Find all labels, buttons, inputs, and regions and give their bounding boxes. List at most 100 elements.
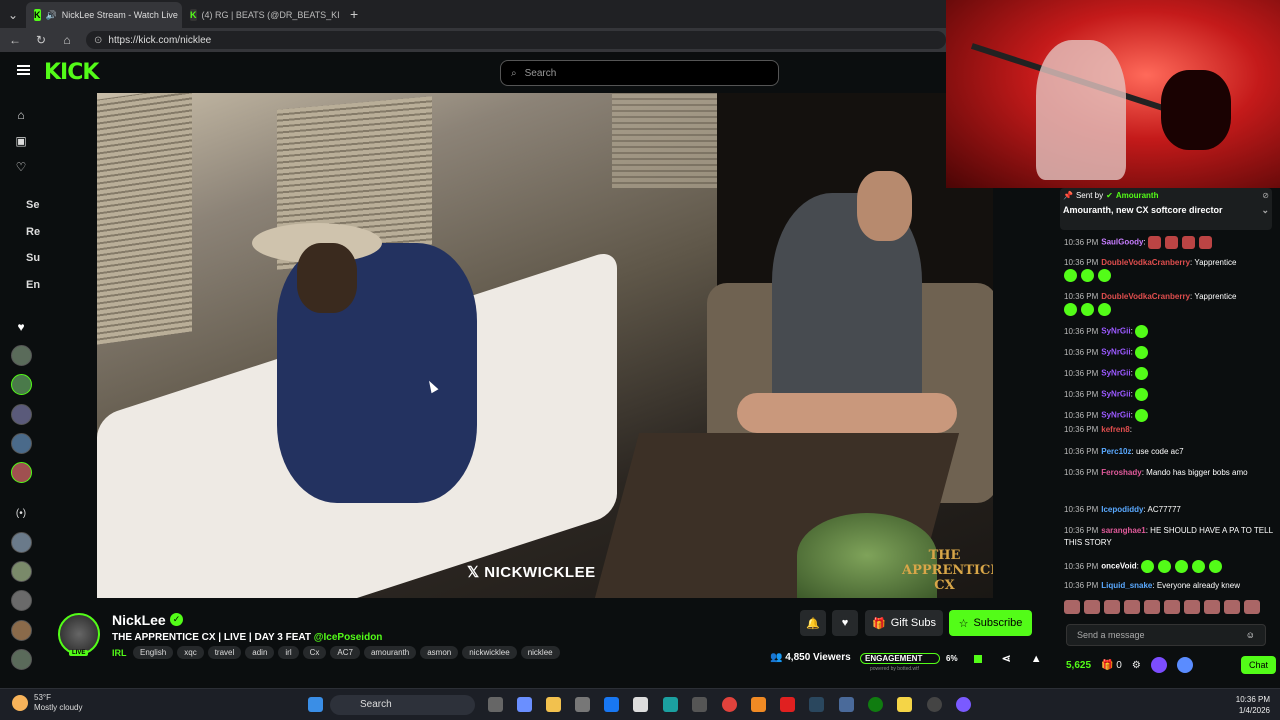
menu-icon[interactable]	[17, 65, 30, 75]
channel-points[interactable]: 5,625	[1066, 660, 1091, 671]
tab-search-chevron-icon[interactable]: ⌄	[6, 8, 20, 22]
sticky-notes-icon[interactable]	[897, 697, 912, 712]
stream-tag[interactable]: travel	[207, 646, 242, 659]
home-icon[interactable]: ⌂	[60, 33, 74, 47]
chat-username[interactable]: SyNrGii	[1101, 369, 1130, 378]
chat-username[interactable]: SyNrGii	[1101, 348, 1130, 357]
youtube-icon[interactable]	[780, 697, 795, 712]
tab-active[interactable]: K 🔊 NickLee Stream - Watch Live ✕	[26, 2, 182, 28]
facebook-icon[interactable]	[604, 697, 619, 712]
stream-tag[interactable]: adin	[245, 646, 275, 659]
emote-icon[interactable]	[1124, 600, 1140, 614]
calculator-icon[interactable]	[692, 697, 707, 712]
unpin-icon[interactable]: ⊘	[1262, 191, 1269, 200]
sidebar-label[interactable]: Re	[26, 226, 40, 238]
emote-icon[interactable]	[1204, 600, 1220, 614]
amazon-icon[interactable]	[633, 697, 648, 712]
stream-tag[interactable]: English	[133, 646, 174, 659]
chat-username[interactable]: SyNrGii	[1101, 390, 1130, 399]
pinned-user[interactable]: Amouranth	[1116, 191, 1159, 200]
stream-tag[interactable]: amouranth	[363, 646, 417, 659]
channel-avatar[interactable]	[11, 374, 32, 395]
chat-username[interactable]: Icepodiddy	[1101, 505, 1143, 514]
emote-icon[interactable]	[1184, 600, 1200, 614]
sidebar-label[interactable]: Su	[26, 252, 40, 264]
gift-subs-button[interactable]: 🎁 Gift Subs	[865, 610, 943, 636]
share-icon[interactable]: ⋖	[1002, 652, 1011, 665]
chat-send-button[interactable]: Chat	[1240, 656, 1276, 674]
streamer-avatar[interactable]	[58, 613, 100, 655]
emote-icon[interactable]	[1064, 600, 1080, 614]
chat-username[interactable]: DoubleVodkaCranberry	[1101, 258, 1190, 267]
category-link[interactable]: IRL	[112, 648, 127, 658]
chat-username[interactable]: kefren8	[1101, 425, 1129, 434]
windows-start-icon[interactable]	[308, 697, 323, 712]
reload-icon[interactable]: ↻	[34, 33, 48, 47]
obs-icon[interactable]	[927, 697, 942, 712]
emote-icon[interactable]	[1144, 600, 1160, 614]
emote-icon[interactable]	[1164, 600, 1180, 614]
taskbar-search[interactable]: Search	[330, 695, 475, 715]
vlc-icon[interactable]	[751, 697, 766, 712]
file-explorer-icon[interactable]	[546, 697, 561, 712]
site-info-icon[interactable]: ⊙	[94, 35, 102, 46]
new-tab-button[interactable]: +	[340, 2, 368, 28]
channel-avatar[interactable]	[11, 620, 32, 641]
channel-avatar[interactable]	[11, 649, 32, 670]
gift-count[interactable]: 🎁 0	[1101, 660, 1122, 671]
system-clock[interactable]: 10:36 PM 1/4/2026	[1220, 694, 1270, 716]
chat-username[interactable]: Liquid_snake	[1101, 581, 1152, 590]
search-input[interactable]: ⌕ Search	[500, 60, 779, 86]
stream-tag[interactable]: Cx	[302, 646, 327, 659]
ttv-extension-icon[interactable]	[1150, 657, 1167, 673]
emoji-icon[interactable]: ☺	[1246, 630, 1255, 640]
notification-bell-button[interactable]: 🔔	[800, 610, 826, 636]
chat-username[interactable]: DoubleVodkaCranberry	[1101, 292, 1190, 301]
tab-inactive[interactable]: K (4) RG | BEATS (@DR_BEATS_KICK) ✕	[182, 2, 340, 28]
chrome-icon[interactable]	[722, 697, 737, 712]
subscribe-button[interactable]: ☆ Subscribe	[949, 610, 1032, 636]
stream-tag[interactable]: nickwicklee	[462, 646, 517, 659]
emote-icon[interactable]	[1224, 600, 1240, 614]
following-heart-icon[interactable]: ♥	[13, 320, 29, 336]
copilot-icon[interactable]	[517, 697, 532, 712]
channel-avatar[interactable]	[11, 345, 32, 366]
following-heart-icon[interactable]: ♡	[13, 160, 29, 176]
back-icon[interactable]: ←	[8, 33, 22, 47]
stream-tag[interactable]: nicklee	[520, 646, 560, 659]
channel-avatar[interactable]	[11, 561, 32, 582]
emote-icon[interactable]	[1104, 600, 1120, 614]
follow-heart-button[interactable]: ♥	[832, 610, 858, 636]
emote-icon[interactable]	[1084, 600, 1100, 614]
url-field[interactable]: ⊙ https://kick.com/nicklee	[86, 31, 946, 49]
live-radio-icon[interactable]: (•)	[13, 508, 29, 524]
weather-widget[interactable]: 53°F Mostly cloudy	[12, 693, 82, 713]
browse-icon[interactable]: ▣	[13, 134, 29, 150]
pinned-message[interactable]: 📌 Sent by ✔ Amouranth ⊘ Amouranth, new C…	[1060, 188, 1272, 230]
report-icon[interactable]: ▲	[1031, 653, 1042, 665]
chat-username[interactable]: onceVoid	[1101, 562, 1136, 571]
stream-tag[interactable]: irl	[278, 646, 299, 659]
channel-avatar[interactable]	[11, 433, 32, 454]
chat-input[interactable]: Send a message ☺	[1066, 624, 1266, 646]
chat-username[interactable]: Feroshady	[1101, 468, 1141, 477]
sidebar-label[interactable]: En	[26, 279, 40, 291]
chat-username[interactable]: Perc10z	[1101, 447, 1131, 456]
edge-icon[interactable]	[663, 697, 678, 712]
emote-icon[interactable]	[1244, 600, 1260, 614]
store-icon[interactable]	[575, 697, 590, 712]
channel-avatar[interactable]	[11, 590, 32, 611]
stream-tag[interactable]: xqc	[177, 646, 204, 659]
stream-tag[interactable]: asmon	[420, 646, 459, 659]
sidebar-label[interactable]: Se	[26, 199, 39, 211]
stream-tag[interactable]: AC7	[330, 646, 360, 659]
xbox-icon[interactable]	[868, 697, 883, 712]
chevron-down-icon[interactable]: ⌄	[1261, 205, 1269, 216]
title-mention[interactable]: @IcePoseidon	[314, 632, 383, 643]
settings-gear-icon[interactable]: ⚙	[1132, 660, 1141, 671]
chat-username[interactable]: saranghae1	[1101, 526, 1145, 535]
app-icon[interactable]	[839, 697, 854, 712]
chat-username[interactable]: SaulGoody	[1101, 238, 1143, 247]
chat-username[interactable]: SyNrGii	[1101, 411, 1130, 420]
video-player[interactable]: 𝕏 NICKWICKLEE THE APPRENTICE CX	[97, 93, 993, 598]
